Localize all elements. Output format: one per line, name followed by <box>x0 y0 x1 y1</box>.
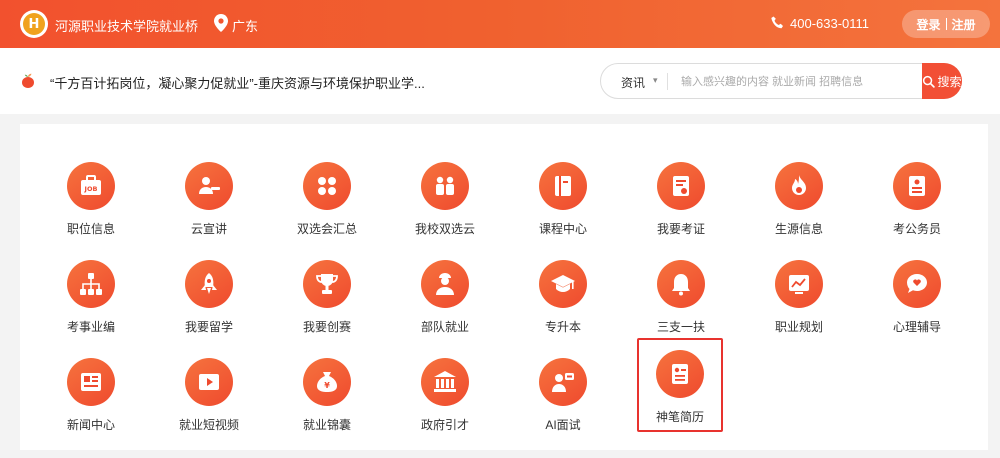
search-box: 资讯 ▾ <box>600 63 962 99</box>
service-public-institution[interactable]: 考事业编 <box>41 250 141 344</box>
service-label: 专升本 <box>544 320 581 334</box>
presenter-icon <box>185 162 233 210</box>
grid-icon <box>303 162 351 210</box>
logo-mark: H <box>23 13 45 35</box>
service-job-fair-summary[interactable]: 双选会汇总 <box>277 152 377 246</box>
service-upgrade-to-bachelor[interactable]: 专升本 <box>513 250 613 344</box>
news-search-bar: “千方百计拓岗位，凝心聚力促就业”-重庆资源与环境保护职业学... 资讯 ▾ 搜… <box>0 48 1000 114</box>
site-title[interactable]: 河源职业技术学院就业桥 <box>55 16 198 35</box>
search-category-select[interactable]: 资讯 <box>621 74 645 91</box>
trophy-icon <box>303 260 351 308</box>
dropdown-arrow-icon[interactable]: ▾ <box>653 75 658 86</box>
logo[interactable]: H <box>20 10 48 38</box>
service-career-planning[interactable]: 职业规划 <box>749 250 849 344</box>
resume-icon <box>656 350 704 398</box>
service-label: 就业锦囊 <box>302 418 351 432</box>
service-short-video[interactable]: 就业短视频 <box>159 348 259 442</box>
service-label: 部队就业 <box>420 320 469 334</box>
register-button[interactable]: 注册 <box>952 16 976 33</box>
search-button-label: 搜索 <box>937 74 962 89</box>
service-course-center[interactable]: 课程中心 <box>513 152 613 246</box>
service-startup-competition[interactable]: 我要创赛 <box>277 250 377 344</box>
search-input[interactable] <box>681 72 921 92</box>
service-label: 职业规划 <box>774 320 823 334</box>
newspaper-icon <box>67 358 115 406</box>
service-resume-builder[interactable]: 神笔简历 <box>637 338 723 432</box>
graduation-cap-icon <box>539 260 587 308</box>
search-button[interactable]: 搜索 <box>922 63 962 99</box>
search-divider <box>667 73 668 90</box>
svg-text:¥: ¥ <box>324 381 330 390</box>
service-study-abroad[interactable]: 我要留学 <box>159 250 259 344</box>
soldier-icon <box>421 260 469 308</box>
service-label: 职位信息 <box>66 222 115 236</box>
service-label: 生源信息 <box>774 222 823 236</box>
document-icon <box>893 162 941 210</box>
service-label: 就业短视频 <box>178 418 239 432</box>
service-cloud-presentation[interactable]: 云宣讲 <box>159 152 259 246</box>
service-three-supports[interactable]: 三支一扶 <box>631 250 731 344</box>
service-label: 考公务员 <box>892 222 941 236</box>
location-pin-icon[interactable] <box>214 14 228 32</box>
services-panel: JOB 职位信息 云宣讲 双选会汇总 我校双选云 课程中心 我要考证 生源信息 … <box>20 124 988 450</box>
flame-icon <box>775 162 823 210</box>
job-icon: JOB <box>67 162 115 210</box>
service-school-fair-cloud[interactable]: 我校双选云 <box>395 152 495 246</box>
chat-bubble-icon <box>893 260 941 308</box>
video-icon <box>185 358 233 406</box>
service-label: 神笔简历 <box>655 410 704 424</box>
service-label: AI面试 <box>545 418 581 432</box>
service-civil-service[interactable]: 考公务员 <box>867 152 967 246</box>
svg-text:JOB: JOB <box>84 185 98 193</box>
service-student-source[interactable]: 生源信息 <box>749 152 849 246</box>
service-label: 我要创赛 <box>302 320 351 334</box>
service-label: 双选会汇总 <box>296 222 357 236</box>
rocket-icon <box>185 260 233 308</box>
peach-icon <box>22 73 34 88</box>
service-label: 我要考证 <box>656 222 705 236</box>
bell-icon <box>657 260 705 308</box>
service-label: 考事业编 <box>66 320 115 334</box>
ai-interview-icon <box>539 358 587 406</box>
service-label: 三支一扶 <box>656 320 705 334</box>
service-news-center[interactable]: 新闻中心 <box>41 348 141 442</box>
service-label: 课程中心 <box>538 222 587 236</box>
auth-buttons: 登录 注册 <box>902 10 990 38</box>
certificate-icon <box>657 162 705 210</box>
org-chart-icon <box>67 260 115 308</box>
government-icon <box>421 358 469 406</box>
top-bar: H 河源职业技术学院就业桥 广东 400-633-0111 登录 注册 <box>0 0 1000 48</box>
service-government-talent[interactable]: 政府引才 <box>395 348 495 442</box>
service-job-info[interactable]: JOB 职位信息 <box>41 152 141 246</box>
auth-divider <box>945 18 947 30</box>
money-bag-icon: ¥ <box>303 358 351 406</box>
people-icon <box>421 162 469 210</box>
service-certification[interactable]: 我要考证 <box>631 152 731 246</box>
service-ai-interview[interactable]: AI面试 <box>513 348 613 442</box>
service-label: 心理辅导 <box>892 320 941 334</box>
service-counseling[interactable]: 心理辅导 <box>867 250 967 344</box>
news-headline[interactable]: “千方百计拓岗位，凝心聚力促就业”-重庆资源与环境保护职业学... <box>50 73 425 92</box>
location-selector[interactable]: 广东 <box>232 16 258 35</box>
service-label: 云宣讲 <box>190 222 227 236</box>
chart-board-icon <box>775 260 823 308</box>
phone-icon <box>771 16 783 29</box>
book-icon <box>539 162 587 210</box>
service-label: 我校双选云 <box>414 222 475 236</box>
service-military-employment[interactable]: 部队就业 <box>395 250 495 344</box>
login-button[interactable]: 登录 <box>916 16 940 33</box>
service-tips-kit[interactable]: ¥ 就业锦囊 <box>277 348 377 442</box>
service-label: 政府引才 <box>420 418 469 432</box>
service-label: 我要留学 <box>184 320 233 334</box>
phone-number: 400-633-0111 <box>790 16 870 31</box>
search-icon <box>923 75 936 88</box>
service-label: 新闻中心 <box>66 418 115 432</box>
